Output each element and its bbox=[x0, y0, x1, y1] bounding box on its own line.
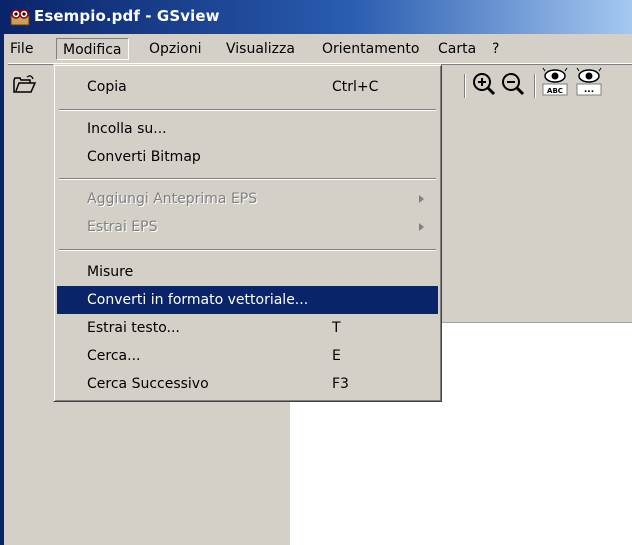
menu-item-cerca-successivo[interactable]: Cerca Successivo F3 bbox=[57, 370, 438, 398]
menu-item-shortcut: Ctrl+C bbox=[332, 79, 379, 95]
menu-modifica[interactable]: Modifica bbox=[56, 38, 129, 60]
zoom-out-button[interactable] bbox=[499, 71, 527, 101]
view-text-icon: ABC bbox=[541, 67, 569, 101]
menu-item-converti-bitmap[interactable]: Converti Bitmap bbox=[57, 143, 438, 171]
menu-item-shortcut: F3 bbox=[332, 376, 349, 392]
submenu-arrow-icon bbox=[419, 195, 424, 203]
toolbar-separator bbox=[464, 74, 466, 98]
menu-bar: File Modifica Opzioni Visualizza Orienta… bbox=[8, 34, 632, 64]
view-text-button[interactable]: ABC bbox=[540, 67, 570, 101]
menu-item-incolla-su[interactable]: Incolla su... bbox=[57, 115, 438, 143]
menu-item-label: Cerca Successivo bbox=[87, 376, 209, 392]
menu-item-aggiungi-anteprima-eps: Aggiungi Anteprima EPS bbox=[57, 185, 438, 213]
zoom-in-button[interactable] bbox=[470, 71, 498, 101]
menu-item-label: Copia bbox=[87, 79, 127, 95]
eye-abc-label: ABC bbox=[547, 87, 563, 95]
menu-item-copia[interactable]: Copia Ctrl+C bbox=[57, 73, 438, 101]
menu-opzioni[interactable]: Opzioni bbox=[143, 38, 207, 60]
menu-item-converti-vettoriale[interactable]: Converti in formato vettoriale... bbox=[57, 286, 438, 314]
eye-dots-label: ... bbox=[584, 85, 594, 95]
modifica-dropdown-menu: Copia Ctrl+C Incolla su... Converti Bitm… bbox=[53, 64, 442, 402]
menu-item-label: Incolla su... bbox=[87, 121, 167, 137]
menu-item-estrai-testo[interactable]: Estrai testo... T bbox=[57, 314, 438, 342]
zoom-out-icon bbox=[500, 71, 526, 101]
menu-item-label: Misure bbox=[87, 264, 134, 280]
menu-item-cerca[interactable]: Cerca... E bbox=[57, 342, 438, 370]
menu-item-misure[interactable]: Misure bbox=[57, 258, 438, 286]
menu-item-label: Estrai testo... bbox=[87, 320, 180, 336]
submenu-arrow-icon bbox=[419, 223, 424, 231]
menu-separator bbox=[59, 249, 436, 251]
zoom-in-icon bbox=[471, 71, 497, 101]
title-bar[interactable]: Esempio.pdf - GSview bbox=[4, 0, 632, 34]
open-folder-icon bbox=[12, 74, 37, 98]
menu-carta[interactable]: Carta bbox=[432, 38, 482, 60]
window-title: Esempio.pdf - GSview bbox=[34, 7, 220, 25]
view-more-icon: ... bbox=[575, 67, 603, 101]
menu-separator bbox=[59, 109, 436, 111]
open-folder-button[interactable] bbox=[10, 71, 38, 101]
menu-separator bbox=[59, 178, 436, 180]
menu-orientamento[interactable]: Orientamento bbox=[316, 38, 425, 60]
menu-item-label: Aggiungi Anteprima EPS bbox=[87, 191, 258, 207]
menu-file[interactable]: File bbox=[4, 38, 39, 60]
gsview-app-icon bbox=[10, 8, 30, 26]
menu-item-label: Converti Bitmap bbox=[87, 149, 201, 165]
menu-visualizza[interactable]: Visualizza bbox=[220, 38, 301, 60]
menu-item-shortcut: E bbox=[332, 348, 341, 364]
menu-item-label: Estrai EPS bbox=[87, 219, 158, 235]
view-more-button[interactable]: ... bbox=[574, 67, 604, 101]
menu-help[interactable]: ? bbox=[486, 38, 505, 60]
menu-item-estrai-eps: Estrai EPS bbox=[57, 213, 438, 241]
menu-item-label: Cerca... bbox=[87, 348, 141, 364]
toolbar-separator bbox=[534, 74, 536, 98]
menu-item-label: Converti in formato vettoriale... bbox=[87, 292, 309, 308]
menu-item-shortcut: T bbox=[332, 320, 341, 336]
